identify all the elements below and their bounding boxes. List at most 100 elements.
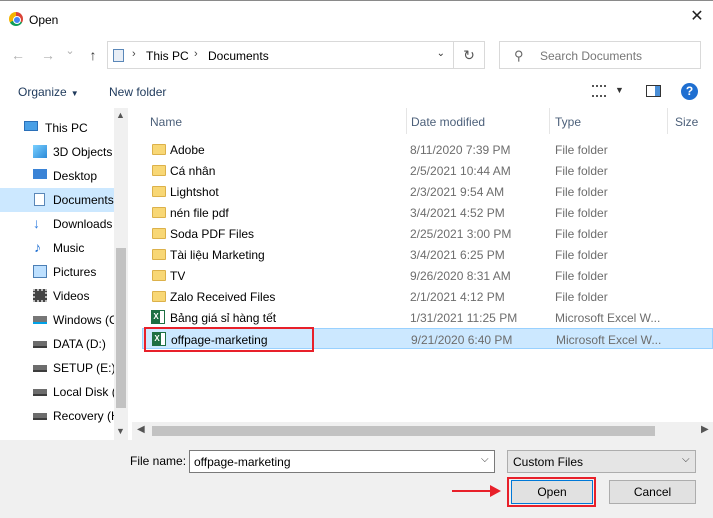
folder-icon [152, 165, 166, 176]
file-row[interactable]: Adobe 8/11/2020 7:39 PM File folder [142, 139, 713, 160]
sidebar-item-label: This PC [45, 121, 88, 135]
sidebar-item-data-drive[interactable]: DATA (D:) [0, 332, 114, 356]
picture-icon [33, 265, 47, 278]
help-icon[interactable]: ? [681, 83, 698, 100]
sidebar-item-downloads[interactable]: ↓ Downloads [0, 212, 114, 236]
file-list: ⌃ Name Date modified Type Size Adobe 8/1… [132, 108, 713, 440]
file-row[interactable]: Zalo Received Files 2/1/2021 4:12 PM Fil… [142, 286, 713, 307]
column-divider[interactable] [667, 108, 668, 134]
file-type-filter-select[interactable]: Custom Files [507, 450, 696, 473]
column-header-date[interactable]: Date modified [411, 108, 485, 134]
sidebar-scroll-thumb[interactable] [116, 248, 126, 408]
selection-highlight-annotation [144, 327, 314, 352]
sidebar-item-documents[interactable]: Documents [0, 188, 114, 212]
horizontal-scrollbar[interactable]: ◀ ▶ [132, 422, 713, 440]
folder-icon [152, 249, 166, 260]
file-row[interactable]: Soda PDF Files 2/25/2021 3:00 PM File fo… [142, 223, 713, 244]
file-name: Adobe [170, 143, 205, 157]
horizontal-scroll-thumb[interactable] [152, 426, 655, 436]
video-icon [33, 289, 47, 302]
file-date: 9/21/2020 6:40 PM [411, 333, 513, 347]
forward-arrow-icon[interactable]: → [40, 47, 56, 63]
sidebar-item-label: Downloads [53, 217, 113, 231]
sidebar-item-3d-objects[interactable]: 3D Objects [0, 140, 114, 164]
title-bar: Open ✕ [0, 0, 713, 38]
file-row[interactable]: Cá nhân 2/5/2021 10:44 AM File folder [142, 160, 713, 181]
file-name: Lightshot [170, 185, 219, 199]
file-name-dropdown-icon[interactable]: ⌵ [481, 454, 489, 465]
file-type-filter-value: Custom Files [513, 455, 584, 469]
chevron-down-icon[interactable]: ⌵ [682, 454, 690, 465]
column-divider[interactable] [549, 108, 550, 134]
file-date: 2/25/2021 3:00 PM [410, 227, 512, 241]
file-name-field[interactable] [189, 450, 495, 473]
sidebar-item-desktop[interactable]: Desktop [0, 164, 114, 188]
scroll-down-icon[interactable]: ▼ [116, 426, 125, 436]
file-row[interactable]: Tài liệu Marketing 3/4/2021 6:25 PM File… [142, 244, 713, 265]
new-folder-button[interactable]: New folder [109, 85, 166, 99]
file-date: 2/1/2021 4:12 PM [410, 290, 505, 304]
music-icon: ♪ [34, 239, 41, 255]
sidebar-item-setup-drive[interactable]: SETUP (E:) [0, 356, 114, 380]
navigation-pane: This PC 3D Objects Desktop Documents ↓ D… [0, 108, 128, 440]
sidebar-item-videos[interactable]: Videos [0, 284, 114, 308]
sidebar-item-local-disk[interactable]: Local Disk ( [0, 380, 114, 404]
file-name: Soda PDF Files [170, 227, 255, 241]
cancel-button[interactable]: Cancel [609, 480, 696, 504]
sidebar-item-label: Pictures [53, 265, 97, 279]
folder-icon [152, 270, 166, 281]
preview-pane-icon[interactable] [646, 85, 661, 97]
file-type: File folder [555, 185, 608, 199]
file-date: 3/4/2021 4:52 PM [410, 206, 505, 220]
column-header-size[interactable]: Size [675, 108, 698, 134]
scroll-left-icon[interactable]: ◀ [137, 424, 145, 435]
file-row[interactable]: TV 9/26/2020 8:31 AM File folder [142, 265, 713, 286]
sidebar-item-label: Documents [53, 193, 114, 207]
organize-menu[interactable]: Organize ▼ [18, 85, 79, 99]
file-name: nén file pdf [170, 206, 229, 220]
breadcrumb-separator: › [132, 48, 136, 60]
sidebar-item-label: DATA (D:) [53, 337, 106, 351]
address-bar[interactable]: › This PC › Documents ⌄ [107, 41, 454, 69]
column-header-name[interactable]: Name [150, 108, 182, 134]
file-row[interactable]: Bảng giá sỉ hàng tết 1/31/2021 11:25 PM … [142, 307, 713, 328]
column-header-type[interactable]: Type [555, 108, 581, 134]
breadcrumb-this-pc[interactable]: This PC [146, 49, 189, 63]
scroll-up-icon[interactable]: ▲ [116, 110, 125, 120]
sidebar-item-this-pc[interactable]: This PC [0, 116, 114, 140]
sidebar-item-recovery-drive[interactable]: Recovery (H [0, 404, 114, 428]
address-dropdown-icon[interactable]: ⌄ [437, 48, 445, 59]
up-arrow-icon[interactable]: ↑ [85, 47, 101, 63]
file-type: File folder [555, 248, 608, 262]
scroll-right-icon[interactable]: ▶ [701, 424, 709, 435]
file-type: File folder [555, 290, 608, 304]
sidebar-item-windows-drive[interactable]: Windows (C [0, 308, 114, 332]
folder-icon [152, 207, 166, 218]
file-row[interactable]: nén file pdf 3/4/2021 4:52 PM File folde… [142, 202, 713, 223]
sidebar-item-music[interactable]: ♪ Music [0, 236, 114, 260]
sort-ascending-icon: ⌃ [268, 108, 276, 114]
breadcrumb-separator[interactable]: › [194, 48, 198, 60]
recent-locations-dropdown-icon[interactable]: ⌄ [62, 44, 78, 57]
view-options-icon[interactable] [592, 85, 606, 97]
file-date: 8/11/2020 7:39 PM [410, 143, 511, 157]
sidebar-item-label: SETUP (E:) [53, 361, 114, 375]
drive-icon [33, 413, 47, 420]
sidebar-item-label: 3D Objects [53, 145, 113, 159]
sidebar-item-pictures[interactable]: Pictures [0, 260, 114, 284]
sidebar-scrollbar[interactable]: ▲ ▼ [114, 108, 128, 440]
close-icon[interactable]: ✕ [689, 9, 705, 25]
breadcrumb-documents[interactable]: Documents [208, 49, 269, 63]
caret-down-icon[interactable]: ▼ [615, 85, 624, 95]
file-name: Tài liệu Marketing [170, 248, 265, 262]
file-row[interactable]: Lightshot 2/3/2021 9:54 AM File folder [142, 181, 713, 202]
refresh-button[interactable]: ↻ [454, 41, 485, 69]
refresh-icon: ↻ [463, 47, 475, 63]
sidebar-item-label: Music [53, 241, 85, 255]
column-divider[interactable] [406, 108, 407, 134]
back-arrow-icon[interactable]: ← [10, 47, 26, 63]
drive-icon [33, 389, 47, 396]
organize-label: Organize [18, 85, 67, 99]
file-type: File folder [555, 164, 608, 178]
search-input[interactable]: ⚲ Search Documents [499, 41, 701, 69]
